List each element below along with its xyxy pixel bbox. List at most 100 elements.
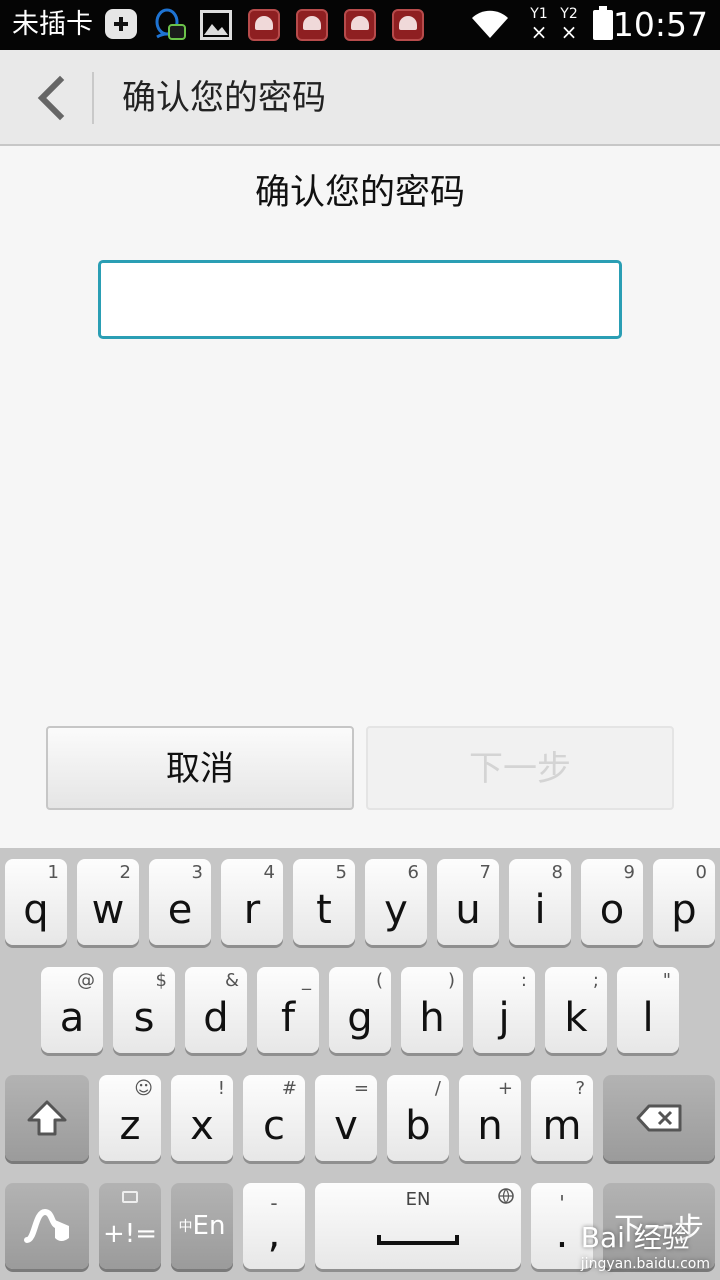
watermark-text: Bai 经验 bbox=[580, 1221, 690, 1254]
key-f[interactable]: _ f bbox=[257, 967, 319, 1053]
key-label: k bbox=[564, 995, 588, 1041]
key-b[interactable]: / b bbox=[387, 1075, 449, 1161]
key-secondary: ? bbox=[575, 1078, 585, 1099]
content-heading: 确认您的密码 bbox=[254, 173, 465, 213]
key-label: s bbox=[133, 995, 155, 1041]
key-q[interactable]: 1q bbox=[5, 859, 67, 945]
key-x[interactable]: ! x bbox=[171, 1075, 233, 1161]
backspace-icon bbox=[636, 1104, 682, 1132]
key-s[interactable]: $ s bbox=[113, 967, 175, 1053]
shift-icon bbox=[27, 1100, 67, 1136]
key-e[interactable]: 3e bbox=[149, 859, 211, 945]
symbols-label: +!= bbox=[103, 1219, 157, 1249]
key-label: e bbox=[167, 887, 193, 933]
huawei-app-icon bbox=[296, 9, 328, 41]
key-secondary: 4 bbox=[263, 862, 275, 883]
key-label: j bbox=[498, 995, 510, 1041]
key-secondary: 3 bbox=[191, 862, 203, 883]
key-label: d bbox=[203, 995, 229, 1041]
key-h[interactable]: ) h bbox=[401, 967, 463, 1053]
wifi-icon bbox=[470, 8, 510, 44]
swype-icon bbox=[24, 1208, 69, 1243]
key-secondary: 8 bbox=[551, 862, 563, 883]
key-secondary: 5 bbox=[335, 862, 347, 883]
key-label: x bbox=[190, 1103, 214, 1149]
globe-icon bbox=[497, 1187, 515, 1209]
key-g[interactable]: (g bbox=[329, 967, 391, 1053]
lang-switch-prefix: 中 bbox=[178, 1219, 193, 1235]
key-m[interactable]: ? m bbox=[531, 1075, 593, 1161]
key-secondary: _ bbox=[302, 970, 311, 991]
key-y[interactable]: 6y bbox=[365, 859, 427, 945]
key-z[interactable]: ☺ z bbox=[99, 1075, 161, 1161]
key-k[interactable]: ; k bbox=[545, 967, 607, 1053]
key-label: r bbox=[243, 887, 261, 933]
password-input[interactable] bbox=[98, 260, 622, 339]
key-secondary: " bbox=[662, 970, 671, 991]
key-secondary: 9 bbox=[623, 862, 635, 883]
cancel-button[interactable]: 取消 bbox=[46, 726, 354, 810]
carrier-label: 未插卡 bbox=[12, 9, 93, 40]
key-label: f bbox=[280, 995, 296, 1041]
key-label: h bbox=[419, 995, 445, 1041]
status-bar: 未插卡 Y1 × Y2 × 10:57 bbox=[0, 0, 720, 50]
sim1-signal-icon: Y1 × bbox=[527, 6, 551, 42]
key-secondary: + bbox=[497, 1078, 513, 1099]
key-v[interactable]: = v bbox=[315, 1075, 377, 1161]
key-secondary: ! bbox=[217, 1078, 225, 1099]
key-o[interactable]: 9o bbox=[581, 859, 643, 945]
action-bar: 确认您的密码 bbox=[0, 50, 720, 146]
soft-keyboard: 1q 2w 3e 4r 5t 6y 7u 8i 9o 0p @ a $ s & d _… bbox=[0, 848, 720, 1280]
key-label: z bbox=[119, 1103, 141, 1149]
key-secondary: = bbox=[353, 1078, 369, 1099]
key-c[interactable]: # c bbox=[243, 1075, 305, 1161]
swype-key[interactable] bbox=[5, 1183, 89, 1269]
key-l[interactable]: " l bbox=[617, 967, 679, 1053]
huawei-app-icon bbox=[344, 9, 376, 41]
key-secondary: ; bbox=[592, 970, 599, 991]
key-label: , bbox=[267, 1211, 281, 1257]
key-secondary: / bbox=[434, 1078, 441, 1099]
key-label: o bbox=[599, 887, 625, 933]
key-d[interactable]: & d bbox=[185, 967, 247, 1053]
key-secondary: 0 bbox=[695, 862, 707, 883]
key-label: t bbox=[316, 887, 332, 933]
key-label: w bbox=[91, 887, 125, 933]
key-p[interactable]: 0p bbox=[653, 859, 715, 945]
language-switch-key[interactable]: 中 En bbox=[171, 1183, 233, 1269]
key-secondary: ☺ bbox=[134, 1078, 153, 1099]
comma-key[interactable]: - , bbox=[243, 1183, 305, 1269]
key-secondary: 2 bbox=[119, 862, 131, 883]
key-t[interactable]: 5t bbox=[293, 859, 355, 945]
key-i[interactable]: 8i bbox=[509, 859, 571, 945]
key-secondary: 7 bbox=[479, 862, 491, 883]
key-secondary: 1 bbox=[47, 862, 59, 883]
action-bar-divider bbox=[92, 72, 94, 124]
key-label: c bbox=[263, 1103, 285, 1149]
key-secondary: 6 bbox=[407, 862, 419, 883]
key-label: u bbox=[455, 887, 481, 933]
key-label: p bbox=[671, 887, 697, 933]
key-j[interactable]: :j bbox=[473, 967, 535, 1053]
back-button[interactable] bbox=[20, 68, 78, 128]
add-icon bbox=[105, 9, 137, 39]
shift-key[interactable] bbox=[5, 1075, 89, 1161]
key-r[interactable]: 4r bbox=[221, 859, 283, 945]
key-u[interactable]: 7u bbox=[437, 859, 499, 945]
key-label: g bbox=[347, 995, 373, 1041]
key-n[interactable]: + n bbox=[459, 1075, 521, 1161]
next-button[interactable]: 下一步 bbox=[366, 726, 674, 810]
space-language-label: EN bbox=[405, 1189, 431, 1210]
symbols-key[interactable]: +!= bbox=[99, 1183, 161, 1269]
key-w[interactable]: 2w bbox=[77, 859, 139, 945]
huawei-app-icon bbox=[248, 9, 280, 41]
key-secondary: ) bbox=[447, 970, 455, 991]
key-label: l bbox=[642, 995, 654, 1041]
space-key[interactable]: EN bbox=[315, 1183, 521, 1269]
backspace-key[interactable] bbox=[603, 1075, 715, 1161]
chevron-left-icon bbox=[37, 75, 65, 121]
key-label: n bbox=[477, 1103, 503, 1149]
key-a[interactable]: @ a bbox=[41, 967, 103, 1053]
space-bar-icon bbox=[377, 1235, 459, 1245]
key-label: b bbox=[405, 1103, 431, 1149]
